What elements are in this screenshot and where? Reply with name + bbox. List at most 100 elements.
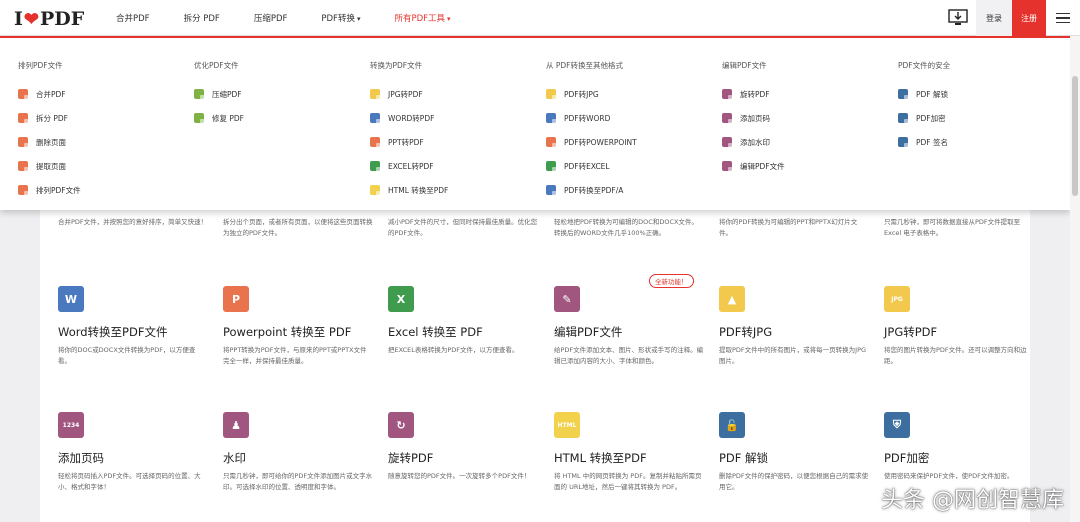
menu-column-title: 排列PDF文件: [18, 61, 63, 70]
tool-icon: [546, 185, 557, 196]
menu-item-label: 旋转PDF: [740, 89, 770, 99]
main-nav: 合并PDF 拆分 PDF 压缩PDF PDF转换 ▾ 所有PDF工具 ▾: [116, 0, 485, 36]
menu-item-label: 提取页面: [36, 161, 66, 171]
menu-item-label: PDF转EXCEL: [564, 161, 610, 171]
menu-item[interactable]: 排列PDF文件: [18, 184, 188, 196]
tool-icon: [370, 161, 381, 172]
menu-item[interactable]: 拆分 PDF: [18, 112, 188, 124]
menu-item[interactable]: PDF转POWERPOINT: [546, 136, 716, 148]
menu-item[interactable]: 压缩PDF: [194, 88, 364, 100]
tool-card-description: 把EXCEL表格转换为PDF文件，以方便查看。: [388, 346, 519, 354]
login-button[interactable]: 登录: [976, 0, 1012, 36]
tool-card[interactable]: P Powerpoint 转换至 PDF 将PPT转换为PDF文件，与原来的PPT或…: [223, 286, 383, 367]
menu-item[interactable]: PDF 解锁: [898, 88, 1068, 100]
menu-item-label: HTML 转换至PDF: [388, 185, 449, 195]
tool-card-title: Powerpoint 转换至 PDF: [223, 325, 352, 339]
nav-compress[interactable]: 压缩PDF: [254, 12, 288, 24]
tool-card[interactable]: ⛨ PDF加密 使用密码来保护PDF文件，使PDF文件加密。: [884, 412, 1044, 482]
menu-item[interactable]: PDF转JPG: [546, 88, 716, 100]
menu-item-label: PDF 签名: [916, 137, 948, 147]
tool-card[interactable]: 轻松地把PDF转换为可编辑的DOC和DOCX文件。转换后的WORD文件几乎100…: [554, 212, 714, 239]
menu-item[interactable]: 编辑PDF文件: [722, 160, 892, 172]
tool-card-icon: 1234: [58, 412, 84, 438]
menu-column-title: 编辑PDF文件: [722, 61, 767, 70]
menu-item[interactable]: JPG转PDF: [370, 88, 540, 100]
menu-item[interactable]: WORD转PDF: [370, 112, 540, 124]
tool-card-icon: ♟: [223, 412, 249, 438]
nav-convert[interactable]: PDF转换 ▾: [321, 12, 360, 24]
tool-card[interactable]: JPG JPG转PDF 将您的图片转换为PDF文件。还可以调整方向和边距。: [884, 286, 1044, 367]
tool-card-title: PDF加密: [884, 451, 930, 465]
menu-item[interactable]: HTML 转换至PDF: [370, 184, 540, 196]
tool-card-icon: ✎: [554, 286, 580, 312]
hamburger-menu-icon[interactable]: [1046, 0, 1080, 36]
tool-card[interactable]: 合并PDF文件，并按照您的意好排序，简单又快速！: [58, 212, 218, 228]
menu-item[interactable]: PDF 签名: [898, 136, 1068, 148]
tool-icon: [370, 89, 381, 100]
tool-card[interactable]: 只需几秒钟，即可将数据直接从PDF文件提取至Excel 电子表格中。: [884, 212, 1044, 239]
tool-card-icon: W: [58, 286, 84, 312]
tool-card-icon: HTML: [554, 412, 580, 438]
tool-card[interactable]: W Word转换至PDF文件 将你的DOC或DOCX文件转换为PDF，以方便查看。: [58, 286, 218, 367]
tool-card[interactable]: 减小PDF文件的尺寸，但同时保持最佳质量。优化您的PDF文件。: [388, 212, 548, 239]
tool-card[interactable]: ▲ PDF转JPG 提取PDF文件中的所有图片，或将每一页转换为JPG图片。: [719, 286, 879, 367]
tool-card-description: 使用密码来保护PDF文件，使PDF文件加密。: [884, 472, 1014, 480]
tool-icon: [722, 137, 733, 148]
menu-item[interactable]: PPT转PDF: [370, 136, 540, 148]
scrollbar[interactable]: [1070, 36, 1080, 522]
tool-card-description: 将PPT转换为PDF文件，与原来的PPT或PPTX文件完全一样，并保持最佳质量。: [223, 346, 367, 365]
tool-card[interactable]: ↻ 旋转PDF 随意旋转您的PDF文件。一次旋转多个PDF文件！: [388, 412, 548, 482]
desktop-download-button[interactable]: [940, 0, 976, 36]
tool-icon: [370, 113, 381, 124]
menu-item[interactable]: 提取页面: [18, 160, 188, 172]
menu-item[interactable]: 修复 PDF: [194, 112, 364, 124]
tool-card-title: 水印: [223, 451, 246, 465]
menu-item[interactable]: PDF转EXCEL: [546, 160, 716, 172]
tool-icon: [18, 89, 29, 100]
menu-item-label: 压缩PDF: [212, 89, 242, 99]
tool-card-title: 编辑PDF文件: [554, 325, 623, 339]
menu-column: PDF文件的安全 PDF 解锁 PDF加密 PDF 签名: [898, 60, 1068, 160]
tool-icon: [722, 161, 733, 172]
nav-merge[interactable]: 合并PDF: [116, 12, 150, 24]
nav-split[interactable]: 拆分 PDF: [184, 12, 220, 24]
tool-card-description: 只需几秒钟，即可给你的PDF文件添加图片或文字水印。可选择水印的位置、透明度和字…: [223, 472, 373, 491]
menu-item[interactable]: EXCEL转PDF: [370, 160, 540, 172]
tool-card[interactable]: 将你的PDF转换为可编辑的PPT和PPTX幻灯片文件。: [719, 212, 879, 239]
tool-card[interactable]: 拆分出个页面，或者所有页面，以便将这些页面转换为独立的PDF文件。: [223, 212, 383, 239]
tool-card[interactable]: HTML HTML 转换至PDF 将 HTML 中的网页转换为 PDF。复制并粘贴所…: [554, 412, 714, 493]
menu-item[interactable]: 删除页面: [18, 136, 188, 148]
tool-card[interactable]: X Excel 转换至 PDF 把EXCEL表格转换为PDF文件，以方便查看。: [388, 286, 548, 356]
tool-card-description: 给PDF文件添加文本、图片、形状或手写的注释。编辑已添加内容的大小、字体和颜色。: [554, 346, 704, 365]
menu-column-title: 转换为PDF文件: [370, 61, 423, 70]
menu-item[interactable]: PDF加密: [898, 112, 1068, 124]
nav-all-tools[interactable]: 所有PDF工具 ▾: [394, 12, 450, 24]
tool-card[interactable]: 1234 添加页码 轻松将页码插入PDF文件。可选择页码的位置、大小、格式和字体！: [58, 412, 218, 493]
tool-card-icon: JPG: [884, 286, 910, 312]
tool-card[interactable]: 🔓 PDF 解锁 删除PDF文件的保护密码，以便您根据自己的需求使用它。: [719, 412, 879, 493]
menu-item[interactable]: 合并PDF: [18, 88, 188, 100]
menu-item-label: PDF转WORD: [564, 113, 611, 123]
menu-item[interactable]: 添加页码: [722, 112, 892, 124]
tool-card-description: 将你的DOC或DOCX文件转换为PDF，以方便查看。: [58, 346, 196, 365]
menu-item-label: PDF 解锁: [916, 89, 948, 99]
menu-item-label: PDF加密: [916, 113, 946, 123]
menu-item-label: WORD转PDF: [388, 113, 435, 123]
tool-card[interactable]: ✎ 编辑PDF文件给PDF文件添加文本、图片、形状或手写的注释。编辑已添加内容的大…: [554, 286, 714, 367]
heart-icon: ❤: [23, 8, 39, 30]
register-button[interactable]: 注册: [1012, 0, 1046, 36]
ilovepdf-logo[interactable]: I ❤ PDF: [14, 8, 84, 30]
menu-item-label: 添加水印: [740, 137, 770, 147]
menu-item[interactable]: PDF转WORD: [546, 112, 716, 124]
tool-card[interactable]: ♟ 水印只需几秒钟，即可给你的PDF文件添加图片或文字水印。可选择水印的位置、透明…: [223, 412, 383, 493]
tool-icon: [370, 137, 381, 148]
menu-item[interactable]: 旋转PDF: [722, 88, 892, 100]
tool-icon: [722, 113, 733, 124]
menu-item[interactable]: 添加水印: [722, 136, 892, 148]
tool-card-description: 减小PDF文件的尺寸，但同时保持最佳质量。优化您的PDF文件。: [388, 218, 538, 237]
tool-card-icon: 🔓: [719, 412, 745, 438]
menu-item-label: PDF转JPG: [564, 89, 599, 99]
tool-card-title: 旋转PDF: [388, 451, 434, 465]
menu-item[interactable]: PDF转换至PDF/A: [546, 184, 716, 196]
scrollbar-thumb[interactable]: [1072, 76, 1078, 196]
